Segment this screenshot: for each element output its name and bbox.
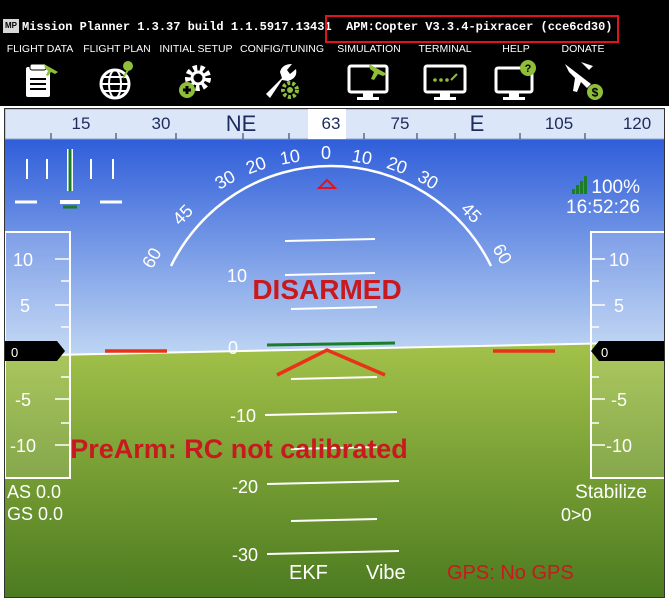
ekf-status[interactable]: EKF: [289, 562, 328, 584]
tab-donate[interactable]: DONATE $: [550, 40, 616, 106]
heading-tick: 75: [391, 114, 410, 133]
speed-tape: 10 5 -5 -10 0: [5, 231, 71, 479]
altitude-scale-label: 5: [614, 296, 624, 316]
app-icon: MP: [3, 19, 19, 33]
arming-status: DISARMED: [252, 274, 401, 305]
speed-readout: 0: [11, 345, 18, 360]
speed-scale-label: -10: [10, 436, 36, 456]
monitor-plane-icon: [347, 64, 389, 100]
speed-scale-label: 5: [20, 296, 30, 316]
tab-flight-data[interactable]: FLIGHT DATA: [2, 40, 78, 106]
tab-config-tuning-label: CONFIG/TUNING: [240, 43, 324, 55]
ground: [5, 342, 664, 597]
tab-terminal-label: TERMINAL: [418, 43, 472, 55]
tab-simulation-label: SIMULATION: [337, 43, 401, 55]
pitch-label: 0: [228, 338, 238, 358]
speed-scale-label: 10: [13, 250, 33, 270]
prearm-message: PreArm: RC not calibrated: [70, 434, 408, 464]
tab-initial-setup[interactable]: INITIAL SETUP: [156, 40, 236, 106]
altitude-tape: 10 5 -5 -10 0: [590, 231, 664, 479]
clock: 16:52:26: [566, 197, 640, 218]
svg-text:0: 0: [321, 143, 331, 163]
heading-tick: 105: [545, 114, 573, 133]
pitch-label: -20: [232, 477, 258, 497]
footer-strip: [0, 598, 669, 615]
altitude-scale-label: 10: [609, 250, 629, 270]
main-toolbar: FLIGHT DATA FLIGHT PLAN INITIAL SETUP CO…: [0, 40, 669, 106]
tab-initial-setup-label: INITIAL SETUP: [159, 43, 233, 55]
tab-help-label: HELP: [502, 43, 530, 55]
heading-tick: NE: [226, 111, 257, 136]
heading-tick: 30: [152, 114, 171, 133]
monitor-help-icon: ?: [494, 60, 536, 100]
heading-tick: 15: [72, 114, 91, 133]
heading-tick: 120: [623, 114, 651, 133]
airspeed: AS 0.0: [7, 482, 61, 502]
svg-text:$: $: [592, 86, 599, 100]
current-heading: 63: [322, 114, 341, 133]
hud-panel: 15 30 NE 63 75 E 105 120 60 45 30 20 10 …: [4, 108, 665, 598]
flight-mode: Stabilize: [575, 482, 647, 503]
app-title: Mission Planner 1.3.37 build 1.1.5917.13…: [22, 20, 332, 34]
speed-scale-label: -5: [15, 390, 31, 410]
monitor-terminal-icon: [423, 64, 467, 100]
tab-terminal[interactable]: TERMINAL: [412, 40, 478, 106]
tab-simulation[interactable]: SIMULATION: [334, 40, 404, 106]
tab-flight-data-label: FLIGHT DATA: [6, 43, 74, 55]
battery-percent: 100%: [591, 177, 640, 198]
globe-pin-icon: [99, 61, 133, 100]
altitude-scale-label: -10: [606, 436, 632, 456]
tab-flight-plan[interactable]: FLIGHT PLAN: [80, 40, 154, 106]
pitch-label: -10: [230, 406, 256, 426]
gps-status: GPS: No GPS: [447, 562, 574, 584]
plane-dollar-icon: $: [565, 62, 603, 100]
heading-tick: E: [470, 111, 485, 136]
vibe-status[interactable]: Vibe: [366, 562, 406, 584]
version-highlight-box: [325, 15, 619, 43]
wrench-gear-icon: [266, 64, 299, 99]
tab-help[interactable]: HELP ?: [486, 40, 546, 106]
altitude-scale-label: -5: [611, 390, 627, 410]
tab-config-tuning[interactable]: CONFIG/TUNING: [238, 40, 326, 106]
clipboard-plane-icon: [26, 63, 58, 97]
pitch-label: 10: [227, 266, 247, 286]
pitch-label: -30: [232, 545, 258, 565]
svg-text:10: 10: [278, 146, 301, 169]
gear-plus-icon: [179, 65, 211, 98]
svg-text:?: ?: [525, 63, 532, 75]
tab-flight-plan-label: FLIGHT PLAN: [83, 43, 151, 55]
svg-text:10: 10: [350, 146, 373, 169]
tab-donate-label: DONATE: [561, 43, 605, 55]
waypoint-distance: 0>0: [561, 505, 592, 525]
sky: [5, 109, 664, 356]
pitch-zero-line: [266, 341, 396, 347]
altitude-readout: 0: [601, 345, 608, 360]
groundspeed: GS 0.0: [7, 504, 63, 524]
